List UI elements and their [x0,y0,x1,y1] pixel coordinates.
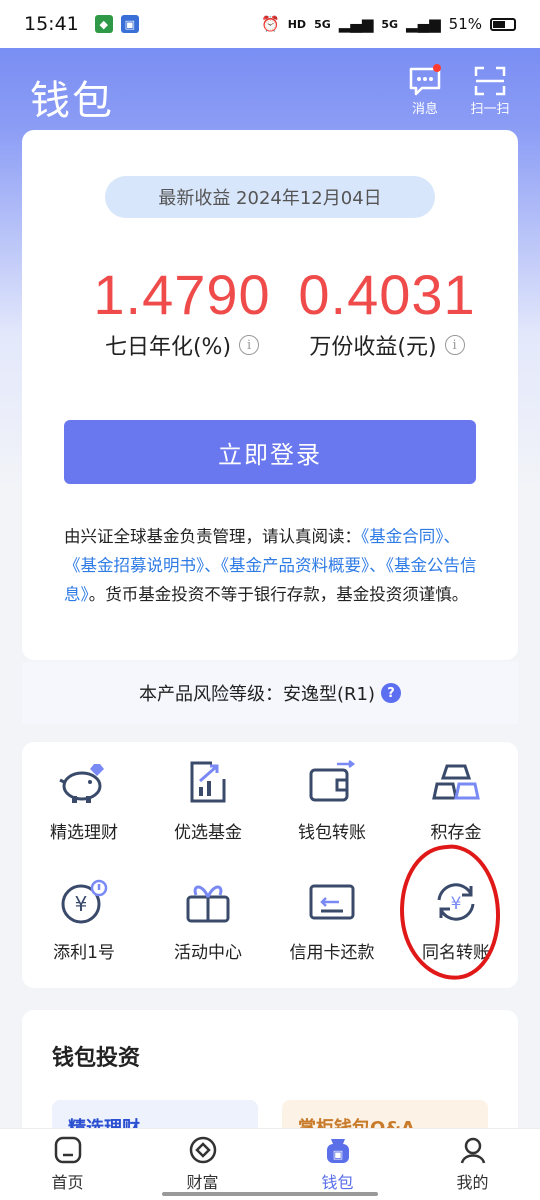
disclaimer-prefix: 由兴证全球基金负责管理，请认真阅读： [64,527,361,546]
piggy-bank-icon [56,754,112,810]
seven-day-yield-value: 1.4790 [93,263,271,326]
bottom-navigation: 首页 财富 ▣ 钱包 我的 [0,1128,540,1200]
grid-item-gold-savings[interactable]: 积存金 [394,754,518,843]
signal-icon: ▂▄▆ [338,15,374,33]
messages-label: 消息 [411,102,438,117]
grid-item-label: 精选理财 [50,823,118,843]
grid-item-activity-center[interactable]: 活动中心 [146,874,270,963]
grid-item-label: 积存金 [430,823,482,843]
wallet-icon: ▣ [323,1135,353,1165]
status-time: 15:41 [24,13,79,35]
home-icon [53,1135,83,1165]
credit-card-icon [304,874,360,930]
scan-button[interactable]: 扫一扫 [460,66,520,117]
page-title: 钱包 [30,78,114,124]
svg-text:¥: ¥ [75,892,88,916]
wallet-transfer-icon [304,754,360,810]
disclaimer-suffix: 。货币基金投资不等于银行存款，基金投资须谨慎。 [88,585,469,604]
per-10k-earnings-value: 0.4031 [298,263,476,326]
status-bar: 15:41 ◆ ▣ ⏰ HD 5G ▂▄▆ 5G ▂▄▆ 51% [0,0,540,48]
nav-mine[interactable]: 我的 [405,1129,540,1200]
nav-label: 钱包 [321,1173,354,1192]
yen-coin-icon: ¥ [56,874,112,930]
grid-item-credit-card-repayment[interactable]: 信用卡还款 [270,874,394,963]
network-1-label: 5G [314,17,331,31]
battery-icon [490,17,516,31]
app-header: 钱包 消息 扫一扫 [0,48,540,132]
grid-item-tianli-1[interactable]: ¥ 添利1号 [22,874,146,963]
risk-level-text: 本产品风险等级：安逸型(R1) [138,684,375,705]
nav-label: 财富 [186,1173,219,1192]
info-icon[interactable]: i [239,335,260,355]
per-10k-earnings-label: 万份收益(元) [309,335,437,360]
scan-label: 扫一扫 [470,102,510,117]
home-indicator [162,1192,378,1196]
gift-icon [180,874,236,930]
status-app-icons: ◆ ▣ [94,15,139,33]
section-title: 钱包投资 [52,1046,141,1071]
login-button[interactable]: 立即登录 [64,420,476,484]
earnings-card: 最新收益 2024年12月04日 1.4790 七日年化(%) i 0.4031… [22,130,518,660]
nav-label: 首页 [51,1173,84,1192]
grid-item-label: 优选基金 [174,823,242,843]
grid-item-featured-wealth[interactable]: 精选理财 [22,754,146,843]
per-10k-earnings: 0.4031 万份收益(元) i [277,262,497,361]
grid-item-wallet-transfer[interactable]: 钱包转账 [270,754,394,843]
network-2-label: 5G [381,17,399,31]
nav-home[interactable]: 首页 [0,1129,135,1200]
alarm-icon: ⏰ [261,15,280,33]
battery-percent: 51% [448,15,482,33]
scan-icon [474,66,506,96]
grid-item-selected-funds[interactable]: 优选基金 [146,754,270,843]
risk-level-bar: 本产品风险等级：安逸型(R1) ? [22,662,518,724]
user-icon [458,1135,488,1165]
nav-wallet[interactable]: ▣ 钱包 [270,1129,405,1200]
help-icon[interactable]: ? [381,683,401,703]
unread-dot [433,64,441,72]
gold-bars-icon [428,754,484,810]
app-notification-icon: ◆ [94,15,113,33]
grid-item-label: 活动中心 [174,943,242,963]
wealth-icon [188,1135,218,1165]
nav-label: 我的 [456,1173,489,1192]
nav-wealth[interactable]: 财富 [135,1129,270,1200]
signal-icon: ▂▄▆ [406,15,441,33]
latest-earnings-date: 最新收益 2024年12月04日 [105,176,435,218]
grid-item-label: 添利1号 [53,943,115,963]
svg-text:▣: ▣ [332,1148,342,1161]
hd-icon: HD [287,17,307,31]
fund-disclaimer: 由兴证全球基金负责管理，请认真阅读：《基金合同》、《基金招募说明书》、《基金产品… [64,522,484,609]
grid-item-label: 钱包转账 [298,823,366,843]
grid-item-label: 信用卡还款 [289,943,375,963]
info-icon[interactable]: i [444,335,465,355]
seven-day-yield-label: 七日年化(%) [104,335,232,360]
status-right: ⏰ HD 5G ▂▄▆ 5G ▂▄▆ 51% [261,15,516,33]
app-notification-icon: ▣ [120,15,139,33]
messages-button[interactable]: 消息 [395,64,455,117]
seven-day-yield: 1.4790 七日年化(%) i [72,262,292,361]
chart-up-icon [180,754,236,810]
